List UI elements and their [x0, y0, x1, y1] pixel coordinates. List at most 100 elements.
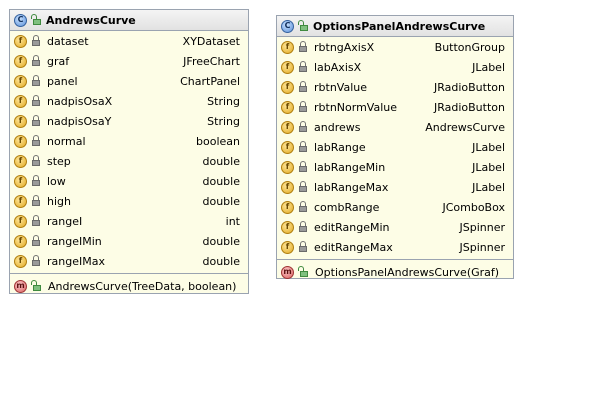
class-header[interactable]: C OptionsPanelAndrewsCurve	[277, 16, 513, 37]
field-row[interactable]: f panel ChartPanel	[10, 71, 248, 91]
field-row[interactable]: f nadpisOsaX String	[10, 91, 248, 111]
field-name: rbtnNormValue	[314, 100, 397, 114]
field-row[interactable]: f editRangeMin JSpinner	[277, 217, 513, 237]
field-icon: f	[281, 120, 294, 134]
lock-icon	[298, 181, 308, 193]
field-icon: f	[281, 80, 294, 94]
field-type: boolean	[196, 134, 240, 148]
lock-icon	[298, 121, 308, 133]
field-type: double	[202, 154, 241, 168]
field-icon: f	[14, 174, 27, 188]
field-type: ChartPanel	[180, 74, 240, 88]
lock-icon	[31, 175, 41, 187]
field-name: low	[47, 174, 66, 188]
field-name: step	[47, 154, 71, 168]
lock-icon	[31, 115, 41, 127]
class-header[interactable]: C AndrewsCurve	[10, 10, 248, 31]
field-name: combRange	[314, 200, 380, 214]
lock-icon	[298, 61, 308, 73]
field-row[interactable]: f step double	[10, 151, 248, 171]
class-title: OptionsPanelAndrewsCurve	[313, 19, 486, 33]
field-type: JLabel	[472, 160, 505, 174]
field-row[interactable]: f rbtngAxisX ButtonGroup	[277, 37, 513, 57]
field-type: int	[225, 214, 240, 228]
field-row[interactable]: f rangeIMax double	[10, 251, 248, 271]
field-name: rangeIMin	[47, 234, 102, 248]
lock-icon	[31, 215, 41, 227]
field-type: double	[202, 194, 241, 208]
field-name: high	[47, 194, 71, 208]
field-type: double	[202, 174, 241, 188]
field-row[interactable]: f labRange JLabel	[277, 137, 513, 157]
class-icon: C	[281, 19, 294, 33]
field-icon: f	[14, 114, 27, 128]
field-name: rangeI	[47, 214, 83, 228]
field-name: labRangeMin	[314, 160, 386, 174]
field-icon: f	[14, 154, 27, 168]
lock-icon	[31, 55, 41, 67]
lock-icon	[31, 35, 41, 47]
method-icon: m	[281, 265, 294, 279]
field-name: panel	[47, 74, 78, 88]
field-name: dataset	[47, 34, 89, 48]
lock-icon	[298, 241, 308, 253]
field-row[interactable]: f labRangeMin JLabel	[277, 157, 513, 177]
method-row[interactable]: m OptionsPanelAndrewsCurve(Graf)	[277, 262, 513, 282]
lock-icon	[298, 221, 308, 233]
field-row[interactable]: f low double	[10, 171, 248, 191]
method-icon: m	[14, 279, 27, 293]
lock-icon	[31, 235, 41, 247]
field-type: JLabel	[472, 60, 505, 74]
field-name: editRangeMax	[314, 240, 393, 254]
field-type: JSpinner	[459, 220, 506, 234]
field-icon: f	[281, 40, 294, 54]
public-access-icon	[298, 266, 309, 278]
method-signature: OptionsPanelAndrewsCurve(Graf)	[315, 265, 500, 279]
lock-icon	[298, 41, 308, 53]
class-box-andrews-curve[interactable]: C AndrewsCurve f dataset XYDataset f graf JF…	[9, 9, 249, 294]
field-row[interactable]: f rbtnValue JRadioButton	[277, 77, 513, 97]
field-type: JSpinner	[459, 240, 506, 254]
class-icon: C	[14, 13, 27, 27]
field-row[interactable]: f labAxisX JLabel	[277, 57, 513, 77]
field-type: JFreeChart	[183, 54, 240, 68]
field-row[interactable]: f graf JFreeChart	[10, 51, 248, 71]
field-row[interactable]: f rbtnNormValue JRadioButton	[277, 97, 513, 117]
public-access-icon	[31, 280, 42, 292]
field-row[interactable]: f labRangeMax JLabel	[277, 177, 513, 197]
field-row[interactable]: f combRange JComboBox	[277, 197, 513, 217]
class-box-options-panel-andrews-curve[interactable]: C OptionsPanelAndrewsCurve f rbtngAxisX Bu…	[276, 15, 514, 279]
field-icon: f	[281, 220, 294, 234]
field-icon: f	[281, 160, 294, 174]
lock-icon	[31, 135, 41, 147]
lock-icon	[298, 141, 308, 153]
field-type: JLabel	[472, 180, 505, 194]
field-name: labRangeMax	[314, 180, 389, 194]
field-row[interactable]: f normal boolean	[10, 131, 248, 151]
field-icon: f	[14, 54, 27, 68]
lock-icon	[31, 155, 41, 167]
field-row[interactable]: f editRangeMax JSpinner	[277, 237, 513, 257]
lock-icon	[31, 95, 41, 107]
fields-section: f rbtngAxisX ButtonGroup f labAxisX JLabel f…	[277, 37, 513, 260]
field-name: andrews	[314, 120, 361, 134]
field-type: JComboBox	[442, 200, 505, 214]
public-access-icon	[298, 20, 309, 32]
field-row[interactable]: f rangeI int	[10, 211, 248, 231]
lock-icon	[31, 195, 41, 207]
field-icon: f	[14, 34, 27, 48]
method-row[interactable]: m AndrewsCurve(TreeData, boolean)	[10, 276, 248, 296]
field-icon: f	[281, 180, 294, 194]
field-icon: f	[281, 100, 294, 114]
field-icon: f	[14, 194, 27, 208]
field-icon: f	[281, 60, 294, 74]
field-type: ButtonGroup	[434, 40, 505, 54]
field-row[interactable]: f dataset XYDataset	[10, 31, 248, 51]
field-row[interactable]: f rangeIMin double	[10, 231, 248, 251]
field-type: JLabel	[472, 140, 505, 154]
field-row[interactable]: f andrews AndrewsCurve	[277, 117, 513, 137]
field-name: graf	[47, 54, 70, 68]
field-row[interactable]: f nadpisOsaY String	[10, 111, 248, 131]
field-row[interactable]: f high double	[10, 191, 248, 211]
field-icon: f	[14, 234, 27, 248]
